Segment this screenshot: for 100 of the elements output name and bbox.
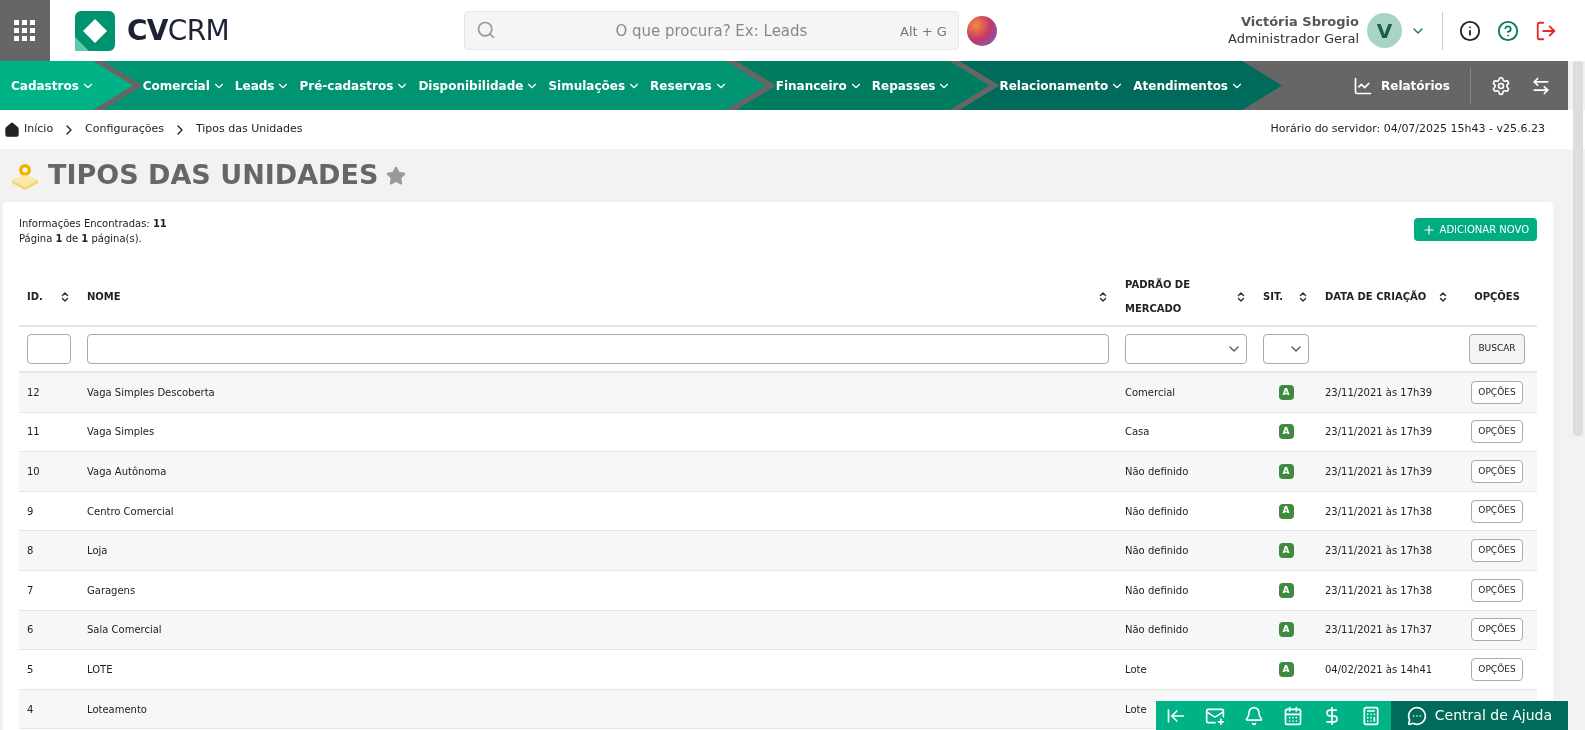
calendar-icon[interactable] (1282, 705, 1303, 726)
logout-icon[interactable] (1535, 19, 1557, 42)
settings-icon[interactable] (1491, 75, 1511, 96)
chat-icon (1406, 705, 1427, 726)
breadcrumb-link[interactable]: Tipos das Unidades (195, 121, 303, 138)
name-cell: Centro Comercial (87, 505, 174, 517)
status-badge: A (1278, 464, 1294, 479)
status-badge: A (1278, 661, 1294, 677)
id-cell: 5 (27, 663, 34, 675)
market-cell: Comercial (1125, 386, 1176, 398)
name-cell: Vaga Simples (87, 426, 155, 438)
sort-icon[interactable] (1297, 291, 1309, 303)
status-badge: A (1278, 424, 1294, 440)
date-cell: 23/11/2021 às 17h38 (1325, 584, 1433, 596)
options-button[interactable]: OPÇÕES (1471, 657, 1523, 681)
options-button[interactable]: OPÇÕES (1471, 460, 1523, 483)
nav-menu-item[interactable]: Leads (234, 76, 291, 95)
nav-menu-item[interactable]: Atendimentos (1133, 76, 1244, 95)
column-header: DATA DE CRIAÇÃO (1325, 289, 1427, 304)
column-header: ID. (27, 290, 43, 304)
id-cell: 4 (27, 703, 34, 715)
date-cell: 23/11/2021 às 17h37 (1325, 624, 1433, 636)
logo-text: CVCRM (127, 12, 229, 49)
swap-icon[interactable] (1531, 75, 1551, 96)
status-badge: A (1278, 384, 1294, 400)
name-cell: Loteamento (87, 703, 147, 715)
help-icon[interactable] (1497, 19, 1519, 42)
reports-link[interactable]: Relatórios (1353, 75, 1450, 96)
filter-input[interactable] (87, 334, 1109, 364)
page-title: TIPOS DAS UNIDADES (48, 158, 379, 193)
options-button[interactable]: OPÇÕES (1471, 578, 1523, 602)
info-icon[interactable] (1459, 19, 1481, 42)
sort-icon[interactable] (1437, 291, 1449, 303)
breadcrumb-link[interactable]: Início (24, 121, 54, 138)
name-cell: Garagens (87, 584, 136, 596)
nav-menu-item[interactable]: Pré-cadastros (299, 76, 410, 95)
help-center-button[interactable]: Central de Ajuda (1390, 701, 1568, 730)
market-cell: Casa (1125, 426, 1150, 438)
server-time: Horário do servidor: 04/07/2025 15h43 - v25.6.23 (1270, 121, 1545, 138)
id-cell: 9 (27, 505, 34, 517)
market-cell: Não definido (1125, 624, 1189, 636)
date-cell: 23/11/2021 às 17h39 (1325, 426, 1433, 438)
status-badge: A (1278, 503, 1294, 519)
date-cell: 23/11/2021 às 17h39 (1325, 466, 1433, 477)
name-cell: Loja (87, 545, 108, 557)
name-cell: Vaga Autônoma (87, 466, 167, 477)
assistant-orb-icon[interactable] (966, 15, 997, 46)
user-name: Victória Sbrogio (1241, 14, 1359, 31)
id-cell: 10 (27, 466, 40, 477)
search-icon (475, 20, 496, 40)
status-badge: A (1278, 543, 1294, 559)
column-header: OPÇÕES (1474, 289, 1520, 304)
grid-icon (14, 19, 36, 42)
date-cell: 23/11/2021 às 17h38 (1325, 505, 1433, 517)
favorite-star-icon[interactable] (386, 165, 407, 186)
market-cell: Não definido (1125, 584, 1189, 596)
id-cell: 6 (27, 624, 34, 636)
apps-menu-button[interactable] (0, 0, 50, 61)
column-header: NOME (87, 290, 121, 304)
shortcut-hint: Alt + G (900, 23, 947, 41)
market-cell: Não definido (1125, 505, 1189, 517)
column-header: PADRÃO DE MERCADO (1125, 277, 1191, 316)
name-cell: Vaga Simples Descoberta (87, 386, 215, 398)
options-button[interactable]: OPÇÕES (1471, 499, 1523, 523)
date-cell: 23/11/2021 às 17h38 (1325, 545, 1433, 557)
options-button[interactable]: OPÇÕES (1471, 420, 1523, 444)
nav-menu-item[interactable]: Financeiro (775, 76, 863, 95)
id-cell: 12 (27, 386, 40, 398)
market-cell: Lote (1125, 663, 1147, 675)
search-button[interactable]: BUSCAR (1469, 334, 1525, 364)
summary-text: Informações Encontradas: 11 (19, 217, 167, 231)
line-chart-icon (1353, 75, 1373, 96)
user-role: Administrador Geral (1228, 30, 1359, 47)
options-button[interactable]: OPÇÕES (1471, 380, 1523, 404)
sort-icon[interactable] (1235, 291, 1247, 303)
summary-text: Página 1 de 1 página(s). (19, 232, 143, 246)
home-icon (4, 121, 20, 138)
logo-icon (75, 10, 115, 51)
options-button[interactable]: OPÇÕES (1471, 539, 1523, 563)
nav-menu-item[interactable]: Repasses (871, 76, 952, 95)
market-cell: Não definido (1125, 466, 1189, 477)
nav-menu-item[interactable]: Simulações (548, 76, 642, 95)
status-badge: A (1278, 622, 1294, 638)
nav-menu-item[interactable]: Comercial (142, 76, 226, 95)
name-cell: LOTE (87, 663, 113, 675)
date-cell: 04/02/2021 às 14h41 (1325, 663, 1433, 675)
options-button[interactable]: OPÇÕES (1471, 618, 1523, 642)
bell-icon[interactable] (1243, 705, 1264, 726)
nav-menu-item[interactable]: Disponibilidade (418, 76, 540, 95)
nav-menu-item[interactable]: Relacionamento (999, 76, 1125, 95)
user-avatar[interactable]: V (1367, 13, 1402, 48)
sort-icon[interactable] (1097, 291, 1109, 303)
sort-icon[interactable] (59, 291, 71, 303)
name-cell: Sala Comercial (87, 624, 162, 636)
breadcrumb-link[interactable]: Configurações (85, 121, 164, 138)
id-cell: 8 (27, 545, 34, 557)
filter-input[interactable] (27, 334, 71, 364)
status-badge: A (1278, 582, 1294, 598)
market-cell: Não definido (1125, 545, 1189, 557)
nav-menu-item[interactable]: Reservas (650, 76, 728, 95)
